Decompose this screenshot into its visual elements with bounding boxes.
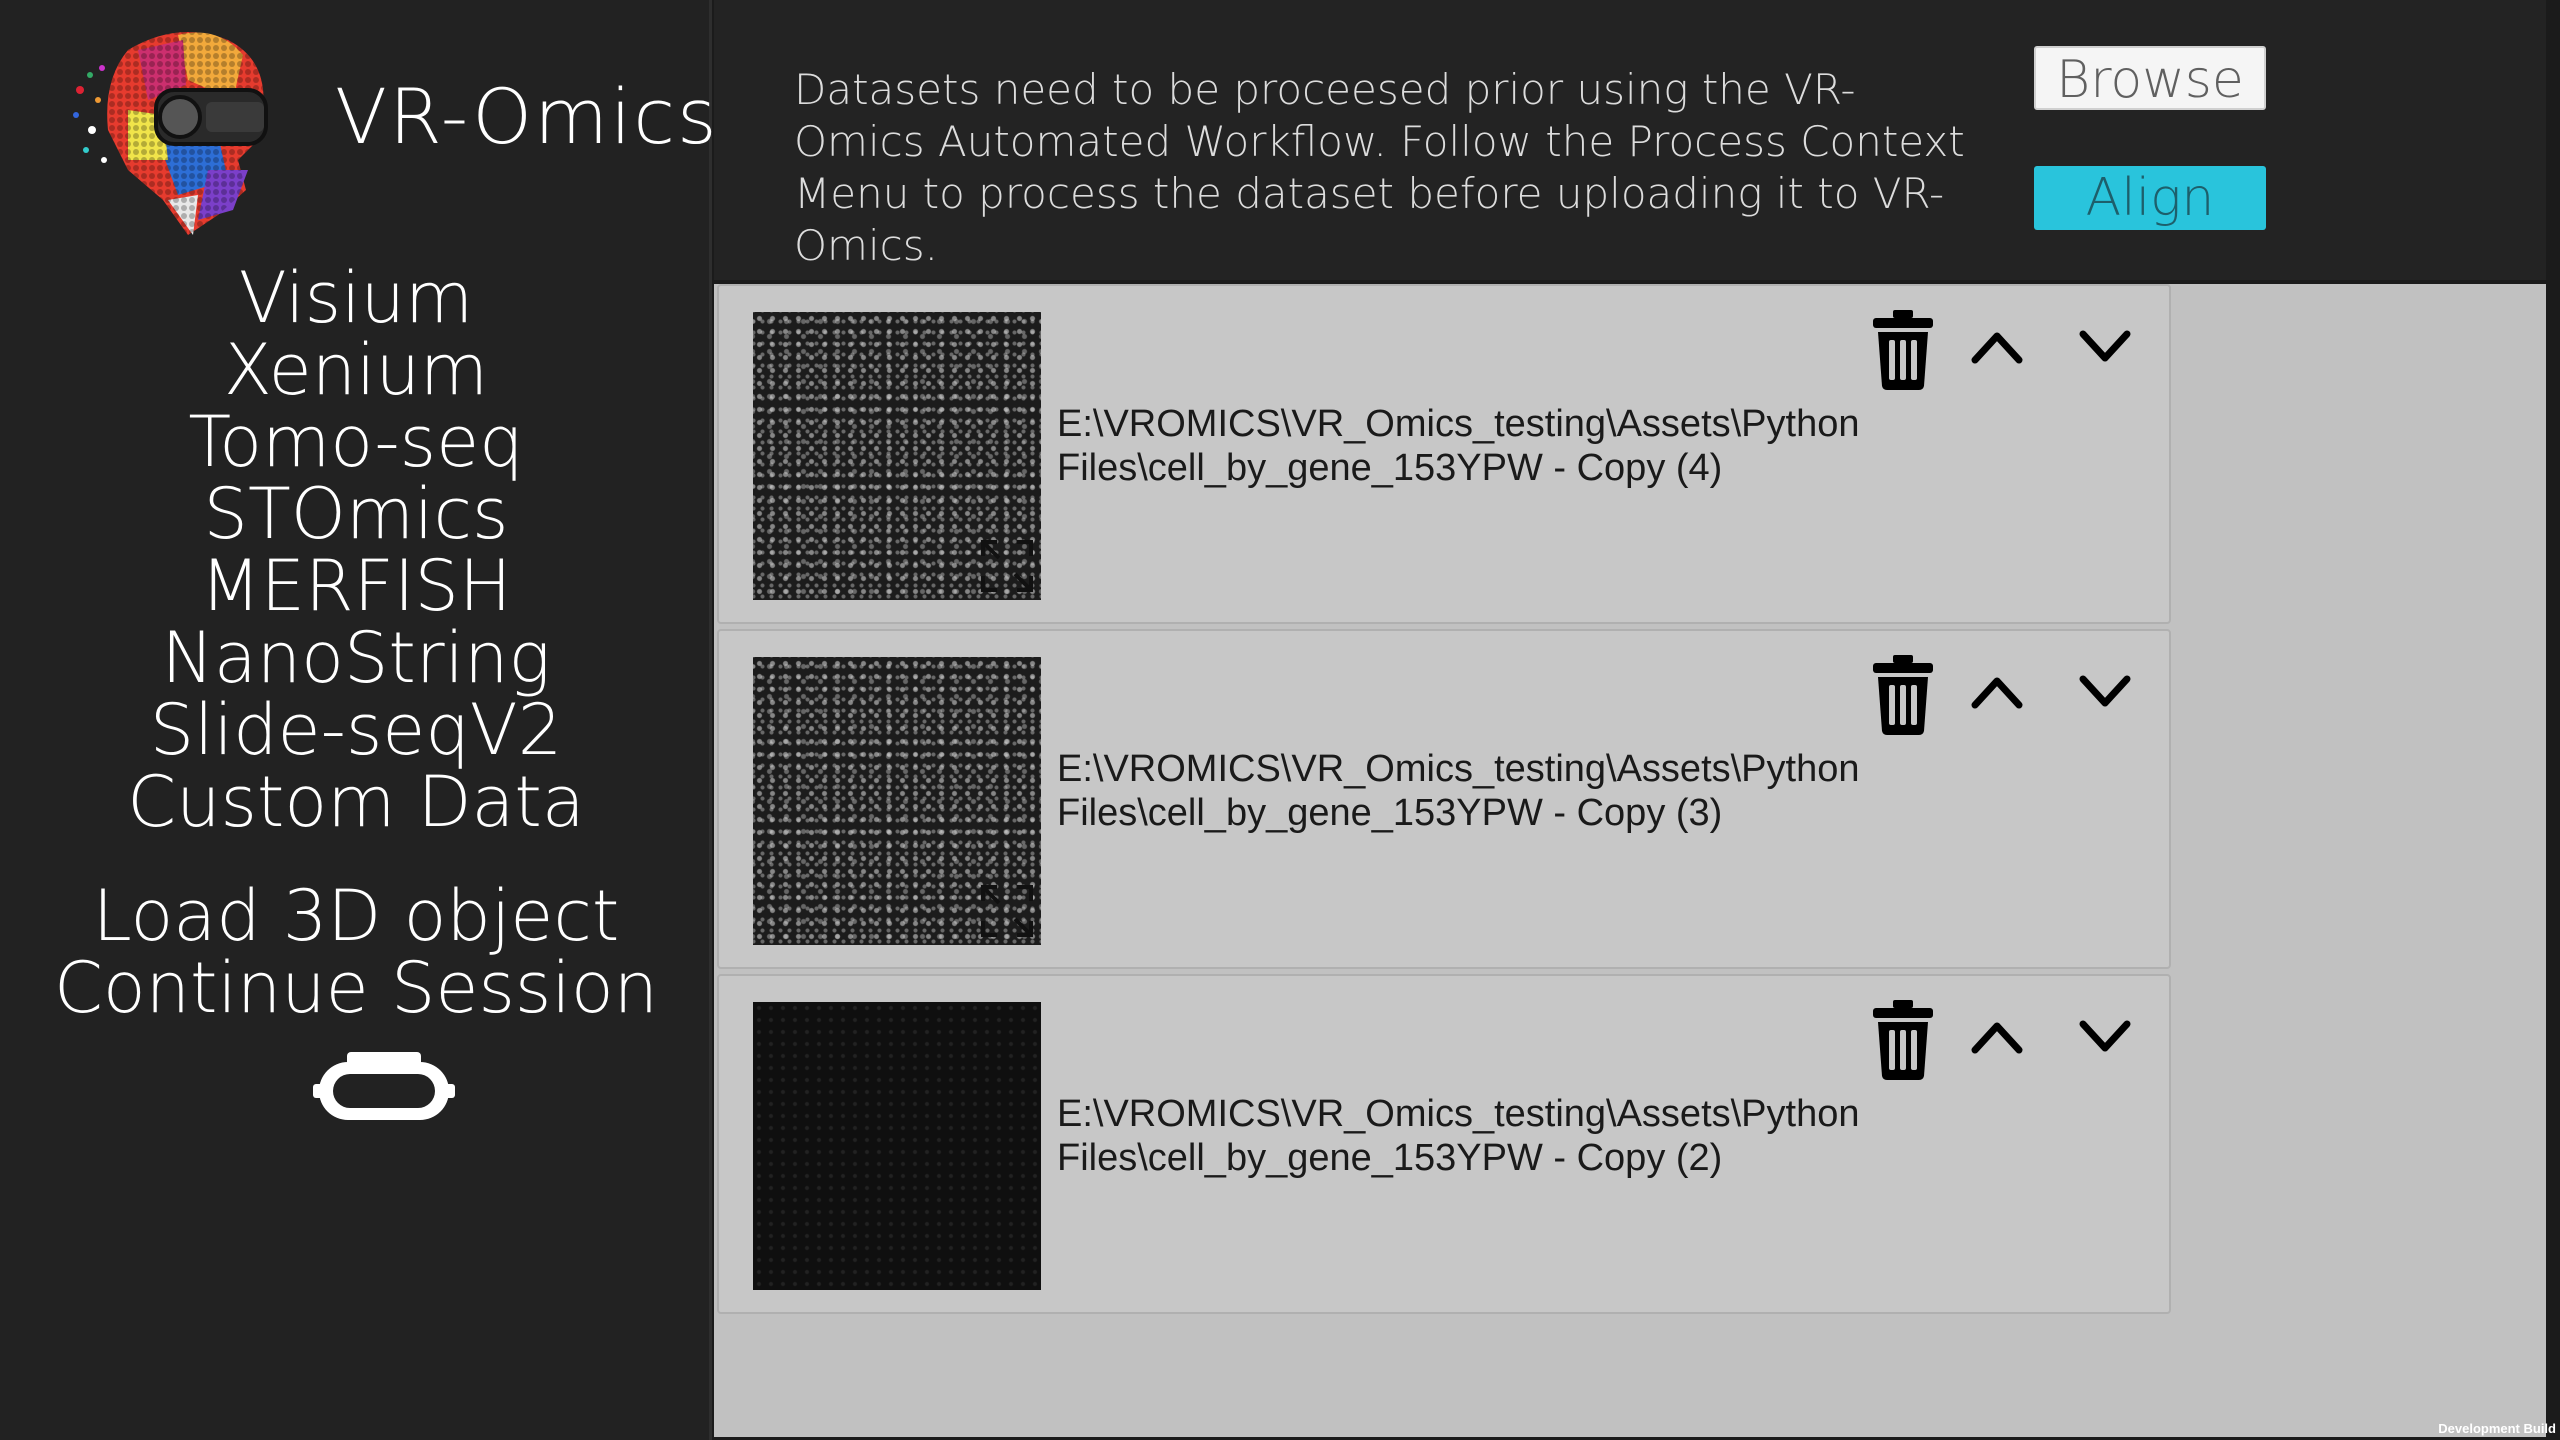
menu-item-nanostring[interactable]: NanoString (0, 622, 712, 694)
menu-item-slide-seqv2[interactable]: Slide-seqV2 (0, 694, 712, 766)
dataset-path: E:\VROMICS\VR_Omics_testing\Assets\Pytho… (1057, 1093, 1860, 1179)
dataset-path: E:\VROMICS\VR_Omics_testing\Assets\Pytho… (1057, 403, 1860, 489)
trash-icon[interactable] (1871, 655, 1935, 735)
dataset-item: E:\VROMICS\VR_Omics_testing\Assets\Pytho… (717, 974, 2171, 1314)
technology-menu: Visium Xenium Tomo-seq STOmics MERFISH N… (0, 262, 712, 838)
chevron-up-icon[interactable] (1969, 1016, 2025, 1056)
expand-icon[interactable] (979, 538, 1035, 594)
brain-logo (73, 32, 268, 235)
dataset-item: E:\VROMICS\VR_Omics_testing\Assets\Pytho… (717, 284, 2171, 624)
menu-item-load-3d-object[interactable]: Load 3D object (0, 880, 712, 952)
menu-item-custom-data[interactable]: Custom Data (0, 766, 712, 838)
menu-item-visium[interactable]: Visium (0, 262, 712, 334)
session-menu: Load 3D object Continue Session (0, 880, 712, 1024)
menu-item-xenium[interactable]: Xenium (0, 334, 712, 406)
menu-item-continue-session[interactable]: Continue Session (0, 952, 712, 1024)
dataset-thumbnail (753, 312, 1041, 600)
chevron-up-icon[interactable] (1969, 326, 2025, 366)
align-button[interactable]: Align (2034, 166, 2266, 230)
header: Datasets need to be proceesed prior usin… (714, 0, 2546, 280)
dataset-path: E:\VROMICS\VR_Omics_testing\Assets\Pytho… (1057, 748, 1860, 834)
trash-icon[interactable] (1871, 1000, 1935, 1080)
trash-icon[interactable] (1871, 310, 1935, 390)
vr-headset-icon[interactable] (313, 1052, 455, 1124)
app-title: VR-Omics (335, 72, 719, 161)
dataset-thumbnail (753, 657, 1041, 945)
chevron-up-icon[interactable] (1969, 671, 2025, 711)
dataset-list: E:\VROMICS\VR_Omics_testing\Assets\Pytho… (717, 284, 2171, 1319)
dataset-thumbnail (753, 1002, 1041, 1290)
chevron-down-icon[interactable] (2077, 1016, 2133, 1056)
menu-item-tomo-seq[interactable]: Tomo-seq (0, 406, 712, 478)
chevron-down-icon[interactable] (2077, 326, 2133, 366)
expand-icon[interactable] (979, 883, 1035, 939)
chevron-down-icon[interactable] (2077, 671, 2133, 711)
workflow-info-text: Datasets need to be proceesed prior usin… (794, 65, 1965, 270)
sidebar: VR-Omics Visium Xenium Tomo-seq STOmics … (0, 0, 717, 1440)
menu-item-stomics[interactable]: STOmics (0, 478, 712, 550)
dataset-item: E:\VROMICS\VR_Omics_testing\Assets\Pytho… (717, 629, 2171, 969)
dataset-panel: E:\VROMICS\VR_Omics_testing\Assets\Pytho… (714, 284, 2546, 1437)
development-build-label: Development Build (2438, 1421, 2556, 1436)
browse-button[interactable]: Browse (2034, 46, 2266, 110)
menu-item-merfish[interactable]: MERFISH (0, 550, 712, 622)
